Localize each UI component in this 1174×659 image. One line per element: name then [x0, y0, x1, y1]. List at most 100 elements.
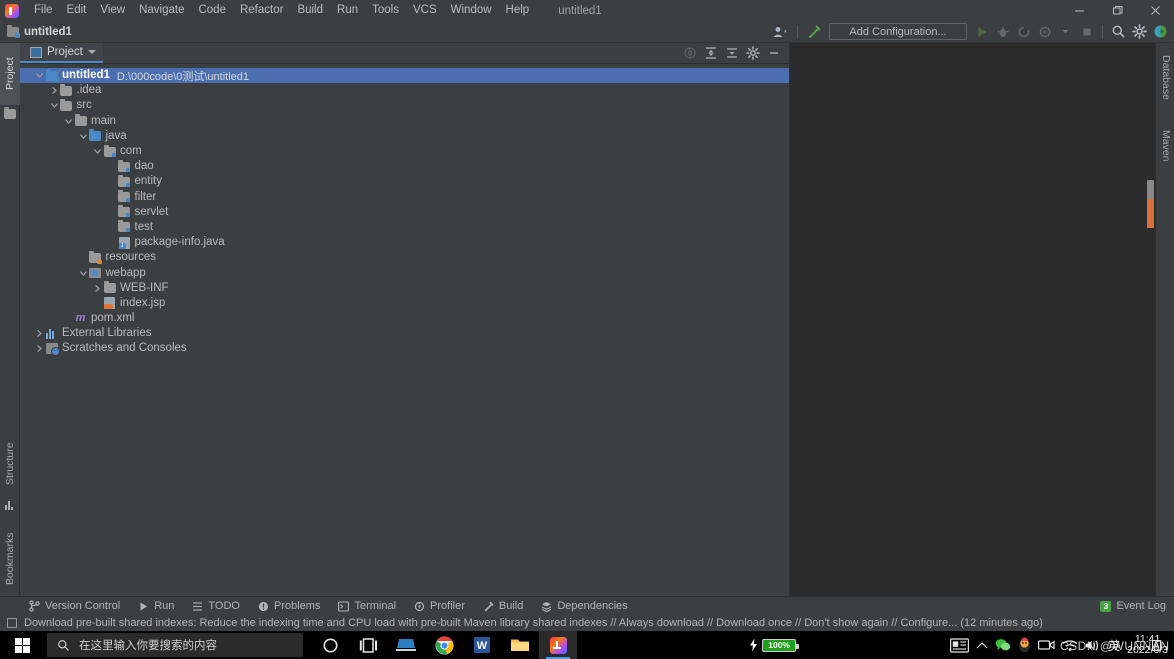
- chrome-icon[interactable]: [425, 631, 463, 659]
- debug-icon[interactable]: [993, 22, 1012, 41]
- wechat-icon[interactable]: [995, 638, 1011, 652]
- tree-row[interactable]: entity: [20, 174, 789, 189]
- bottom-tab-todo[interactable]: TODO: [183, 597, 249, 616]
- hide-icon[interactable]: [765, 44, 783, 62]
- chevron-down-icon[interactable]: [87, 50, 96, 54]
- tab-project[interactable]: Project: [20, 43, 103, 63]
- tree-row[interactable]: test: [20, 220, 789, 235]
- tree-row[interactable]: webapp: [20, 265, 789, 280]
- chevron-down-icon[interactable]: [78, 268, 89, 279]
- menu-item-build[interactable]: Build: [290, 1, 330, 21]
- chevron-down-icon[interactable]: [63, 116, 74, 127]
- news-and-interests-icon[interactable]: [950, 637, 970, 653]
- tree-row[interactable]: main: [20, 114, 789, 129]
- ime-chinese-icon[interactable]: 英: [1108, 637, 1120, 654]
- menu-item-run[interactable]: Run: [330, 1, 365, 21]
- menu-item-window[interactable]: Window: [444, 1, 499, 21]
- chevron-right-icon[interactable]: [34, 328, 45, 339]
- close-icon[interactable]: [1136, 0, 1174, 21]
- chevron-down-icon[interactable]: [34, 70, 45, 81]
- tree-row[interactable]: dao: [20, 159, 789, 174]
- user-dropdown-icon[interactable]: [771, 22, 791, 41]
- gear-icon[interactable]: [744, 44, 762, 62]
- run-with-coverage-icon[interactable]: [1014, 22, 1033, 41]
- tree-row[interactable]: resources: [20, 250, 789, 265]
- menu-item-view[interactable]: View: [93, 1, 132, 21]
- tree-row[interactable]: WEB-INF: [20, 281, 789, 296]
- tree-row[interactable]: package-info.java: [20, 235, 789, 250]
- select-opened-file-icon[interactable]: [681, 44, 699, 62]
- sidebar-item-project[interactable]: Project: [0, 43, 20, 105]
- chevron-up-icon[interactable]: [976, 641, 988, 650]
- collapse-all-icon[interactable]: [723, 44, 741, 62]
- tree-row[interactable]: Scratches and Consoles: [20, 341, 789, 357]
- qq-icon[interactable]: [1018, 637, 1031, 653]
- tree-row[interactable]: m pom.xml: [20, 311, 789, 326]
- editor-area[interactable]: [789, 43, 1155, 616]
- breadcrumb[interactable]: untitled1: [7, 24, 72, 38]
- bottom-tab-version-control[interactable]: Version Control: [20, 597, 129, 616]
- tree-row[interactable]: com: [20, 144, 789, 159]
- chevron-right-icon[interactable]: [49, 85, 60, 96]
- cortana-icon[interactable]: [311, 631, 349, 659]
- menu-item-vcs[interactable]: VCS: [406, 1, 444, 21]
- gear-icon[interactable]: [1130, 22, 1149, 41]
- bottom-tab-terminal[interactable]: Terminal: [329, 597, 405, 616]
- wifi-icon[interactable]: [1062, 639, 1078, 652]
- chevron-down-icon[interactable]: [92, 146, 103, 157]
- remote-desktop-icon[interactable]: [387, 631, 425, 659]
- project-tree[interactable]: untitled1 D:\000code\0测试\untitled1 .idea sr…: [20, 64, 789, 616]
- chevron-down-icon[interactable]: [1056, 22, 1075, 41]
- task-view-icon[interactable]: [349, 631, 387, 659]
- camera-icon[interactable]: [1038, 639, 1055, 651]
- profile-icon[interactable]: [1035, 22, 1054, 41]
- volume-icon[interactable]: [1085, 639, 1101, 652]
- intellij-idea-icon[interactable]: [539, 631, 577, 659]
- run-configuration-selector[interactable]: Add Configuration...: [829, 23, 967, 40]
- tree-row[interactable]: src: [20, 98, 789, 113]
- menu-item-navigate[interactable]: Navigate: [132, 1, 191, 21]
- ide-update-icon[interactable]: [1151, 22, 1170, 41]
- battery-charging-icon[interactable]: 100%: [748, 638, 800, 652]
- taskbar-clock[interactable]: 11:41 2022/6/3: [1127, 634, 1168, 656]
- menu-item-code[interactable]: Code: [191, 1, 233, 21]
- search-everywhere-icon[interactable]: [1109, 22, 1128, 41]
- bottom-tab-build[interactable]: Build: [474, 597, 532, 616]
- tree-row[interactable]: index.jsp: [20, 296, 789, 311]
- sidebar-item-maven[interactable]: Maven: [1156, 115, 1174, 177]
- sidebar-item-database[interactable]: Database: [1156, 45, 1174, 109]
- minimize-icon[interactable]: [1060, 0, 1098, 21]
- chevron-down-icon[interactable]: [78, 131, 89, 142]
- build-hammer-icon[interactable]: [804, 22, 824, 41]
- file-explorer-icon[interactable]: [501, 631, 539, 659]
- tool-window-splitter[interactable]: [789, 43, 790, 616]
- chevron-right-icon[interactable]: [34, 343, 45, 354]
- sidebar-item-bookmarks[interactable]: Bookmarks: [0, 520, 20, 598]
- menu-item-tools[interactable]: Tools: [365, 1, 406, 21]
- bottom-tab-dependencies[interactable]: Dependencies: [532, 597, 636, 616]
- bottom-tab-profiler[interactable]: Profiler: [405, 597, 474, 616]
- word-icon[interactable]: W: [463, 631, 501, 659]
- chevron-down-icon[interactable]: [49, 100, 60, 111]
- bottom-tab-problems[interactable]: Problems: [249, 597, 329, 616]
- sidebar-item-structure[interactable]: Structure: [0, 430, 20, 498]
- menu-item-help[interactable]: Help: [499, 1, 537, 21]
- bottom-tab-run[interactable]: Run: [129, 597, 183, 616]
- tree-row[interactable]: filter: [20, 190, 789, 205]
- stop-icon[interactable]: [1077, 22, 1096, 41]
- run-icon[interactable]: [972, 22, 991, 41]
- tree-row[interactable]: .idea: [20, 83, 789, 98]
- menu-item-edit[interactable]: Edit: [60, 1, 94, 21]
- expand-all-icon[interactable]: [702, 44, 720, 62]
- event-log-area[interactable]: 3 Event Log: [1100, 600, 1174, 612]
- tree-row[interactable]: External Libraries: [20, 326, 789, 341]
- menu-item-file[interactable]: File: [27, 1, 60, 21]
- tree-row[interactable]: java: [20, 129, 789, 144]
- tree-row[interactable]: untitled1 D:\000code\0测试\untitled1: [20, 68, 789, 84]
- search-input[interactable]: 在这里输入你要搜索的内容: [47, 633, 303, 657]
- windows-start-icon[interactable]: [0, 631, 45, 659]
- status-message[interactable]: Download pre-built shared indexes: Reduc…: [24, 617, 1043, 629]
- menu-item-refactor[interactable]: Refactor: [233, 1, 290, 21]
- chevron-right-icon[interactable]: [92, 283, 103, 294]
- restore-icon[interactable]: [1098, 0, 1136, 21]
